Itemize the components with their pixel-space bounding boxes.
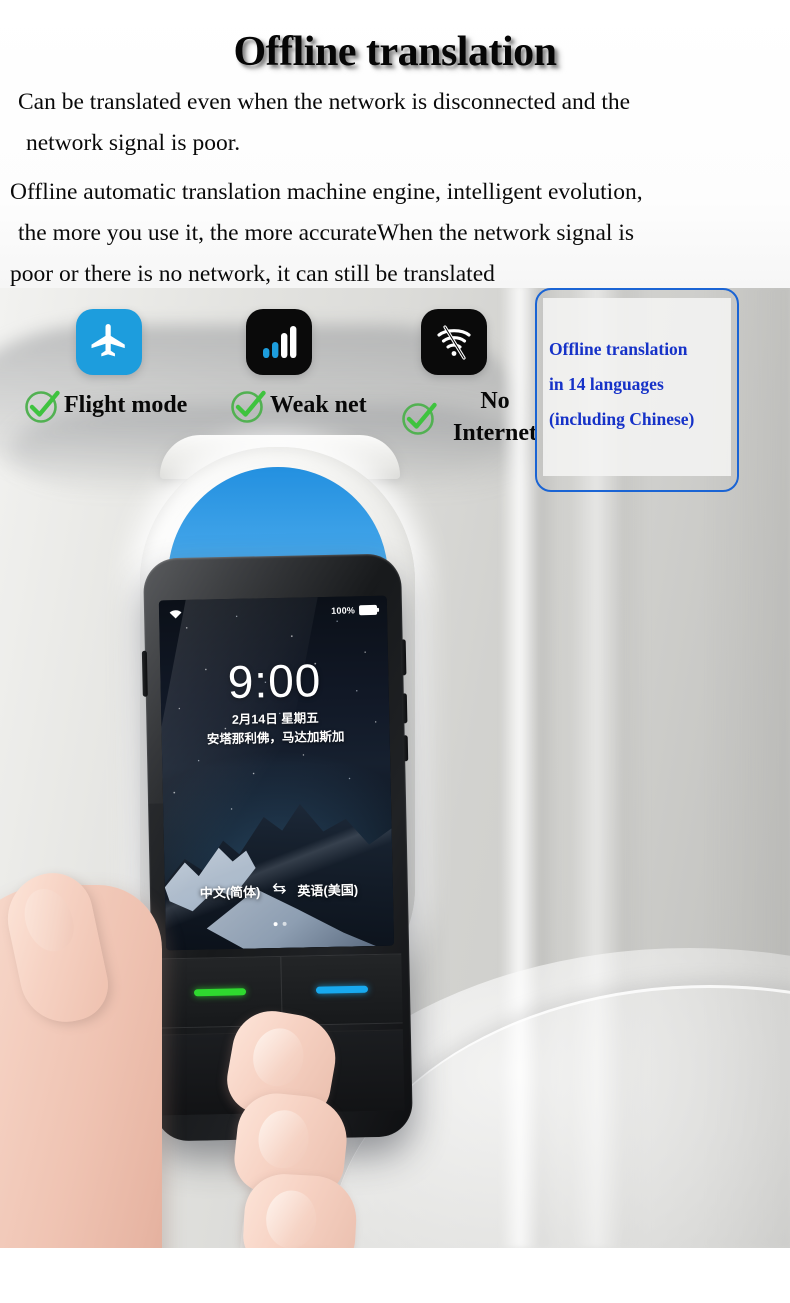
side-button-2[interactable] [401,693,408,724]
swap-arrows-icon[interactable] [271,882,286,898]
header-text-block: Offline translation Can be translated ev… [0,0,790,288]
feature-no-internet: No Internet [399,385,549,449]
feature-flight-mode: Flight mode [22,385,187,425]
paragraph-2-line-2: the more you use it, the more accurateWh… [18,220,635,246]
feature-label-flight-mode: Flight mode [64,392,188,418]
feature-weak-net: Weak net [228,385,367,425]
battery-full-icon [358,604,378,616]
device-screen[interactable]: 100% 9:00 2月14日 星期五 安塔那利佛，马达加斯加 中文(简体) 英… [158,595,395,951]
wifi-off-icon [421,309,487,375]
bottom-white-strip [0,1248,790,1303]
volume-button[interactable] [141,650,148,697]
feature-label-weak-net: Weak net [270,392,367,418]
check-circle-icon [22,385,62,425]
page-title: Offline translation [233,29,558,75]
power-button[interactable] [400,639,407,676]
intro-paragraph-1: Can be translated even when the network … [18,82,778,164]
feature-label-no-internet: No Internet [453,388,537,446]
check-circle-icon [399,397,439,437]
paragraph-1-line-1: Can be translated even when the network … [18,89,631,115]
check-circle-icon [228,385,268,425]
languages-callout-box: Offline translation in 14 languages (inc… [535,288,739,492]
signal-bars-icon [246,309,312,375]
wifi-icon [169,607,182,620]
callout-line-2: in 14 languages [549,374,664,394]
callout-line-1: Offline translation [549,339,688,359]
intro-paragraph-2: Offline automatic translation machine en… [10,172,788,295]
status-bar-right: 100% [331,604,378,616]
callout-text: Offline translation in 14 languages (inc… [549,332,729,437]
battery-percent-label: 100% [331,605,356,616]
paragraph-1-line-2: network signal is poor. [26,130,241,156]
lock-screen-time: 9:00 [227,654,322,709]
side-button-3[interactable] [402,735,409,762]
source-language-label[interactable]: 中文(简体) [200,881,261,901]
target-language-label[interactable]: 英语(美国) [297,879,358,899]
paragraph-2-line-1: Offline automatic translation machine en… [10,179,643,205]
page-dot-2[interactable] [282,921,287,926]
page-dot-1[interactable] [273,922,278,927]
source-talk-button[interactable] [159,956,282,1028]
offline-translation-promo-page: Offline translation Can be translated ev… [0,0,790,1303]
airplane-icon [76,309,142,375]
target-talk-indicator [315,985,368,994]
translator-device[interactable]: 100% 9:00 2月14日 星期五 安塔那利佛，马达加斯加 中文(简体) 英… [141,553,414,1142]
speaker-grille [160,1029,405,1116]
callout-line-3: (including Chinese) [549,409,695,429]
target-talk-button[interactable] [279,954,403,1025]
source-talk-indicator [194,988,247,997]
talk-button-panel [159,953,403,1029]
